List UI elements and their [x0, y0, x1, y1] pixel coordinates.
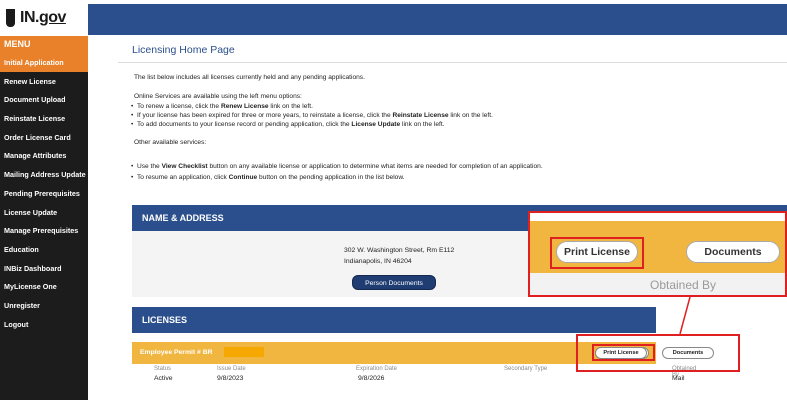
indiana-logo-icon: [6, 9, 15, 27]
sidebar-item-education[interactable]: Education: [0, 240, 88, 259]
sidebar-item-mailing-address-update[interactable]: Mailing Address Update: [0, 165, 88, 184]
address-line-2: Indianapolis, IN 46204: [344, 258, 412, 265]
intro-text: The list below includes all licenses cur…: [134, 74, 365, 81]
value-expiration-date: 9/8/2026: [358, 375, 385, 382]
license-title: Employee Permit # BR: [140, 349, 213, 356]
bullet-reinstate: If your license has been expired for thr…: [131, 112, 493, 119]
value-issue-date: 9/8/2023: [217, 375, 244, 382]
sidebar-item-order-license-card[interactable]: Order License Card: [0, 128, 88, 147]
address-text: 302 W. Washington Street, Rm E112 Indian…: [344, 245, 454, 267]
menu-heading: MENU: [0, 36, 88, 53]
zoom-documents-button: Documents: [686, 241, 780, 263]
sidebar-item-inbiz-dashboard[interactable]: INBiz Dashboard: [0, 259, 88, 278]
zoom-print-license-highlight: [550, 237, 644, 269]
column-issue-date: Issue Date: [217, 366, 246, 372]
licenses-header: LICENSES: [132, 307, 656, 333]
zoom-obtained-by-label: Obtained By: [650, 278, 717, 292]
sidebar-item-unregister[interactable]: Unregister: [0, 296, 88, 315]
sidebar-item-license-update[interactable]: License Update: [0, 203, 88, 222]
sidebar-item-manage-prerequisites[interactable]: Manage Prerequisites: [0, 221, 88, 240]
address-line-1: 302 W. Washington Street, Rm E112: [344, 247, 455, 254]
bullet-continue: To resume an application, click Continue…: [131, 174, 405, 181]
sidebar-menu: MENU Initial Application Renew License D…: [0, 36, 88, 400]
bullet-license-update: To add documents to your license record …: [131, 121, 445, 128]
print-license-highlight: [592, 344, 655, 361]
online-services-text: Online Services are available using the …: [134, 93, 302, 100]
bullet-renew: To renew a license, click the Renew Lice…: [131, 103, 313, 110]
sidebar-item-logout[interactable]: Logout: [0, 315, 88, 334]
value-obtained-by: Mail: [672, 375, 685, 382]
sidebar-item-mylicense-one[interactable]: MyLicense One: [0, 277, 88, 296]
bullet-view-checklist: Use the View Checklist button on any ava…: [131, 163, 543, 170]
top-header: IN.gov: [0, 0, 787, 36]
other-services-text: Other available services:: [134, 139, 207, 146]
column-expiration-date: Expiration Date: [356, 366, 398, 372]
logo-text: IN.gov: [20, 9, 66, 26]
sidebar-item-manage-attributes[interactable]: Manage Attributes: [0, 146, 88, 165]
title-divider: [118, 62, 787, 63]
page-title: Licensing Home Page: [132, 44, 235, 56]
in-gov-logo[interactable]: IN.gov: [0, 0, 88, 36]
sidebar-item-renew-license[interactable]: Renew License: [0, 72, 88, 91]
column-status: Status: [154, 366, 172, 372]
zoomed-callout: Print License Documents Obtained By: [528, 211, 787, 297]
header-banner: [88, 4, 787, 35]
person-documents-button[interactable]: Person Documents: [352, 275, 436, 290]
sidebar-item-initial-application[interactable]: Initial Application: [0, 53, 88, 72]
value-status: Active: [154, 375, 173, 382]
sidebar-item-reinstate-license[interactable]: Reinstate License: [0, 109, 88, 128]
sidebar-item-document-upload[interactable]: Document Upload: [0, 90, 88, 109]
sidebar-item-pending-prerequisites[interactable]: Pending Prerequisites: [0, 184, 88, 203]
redacted-license-number: [224, 347, 264, 357]
column-secondary-type: Secondary Type: [504, 366, 548, 372]
